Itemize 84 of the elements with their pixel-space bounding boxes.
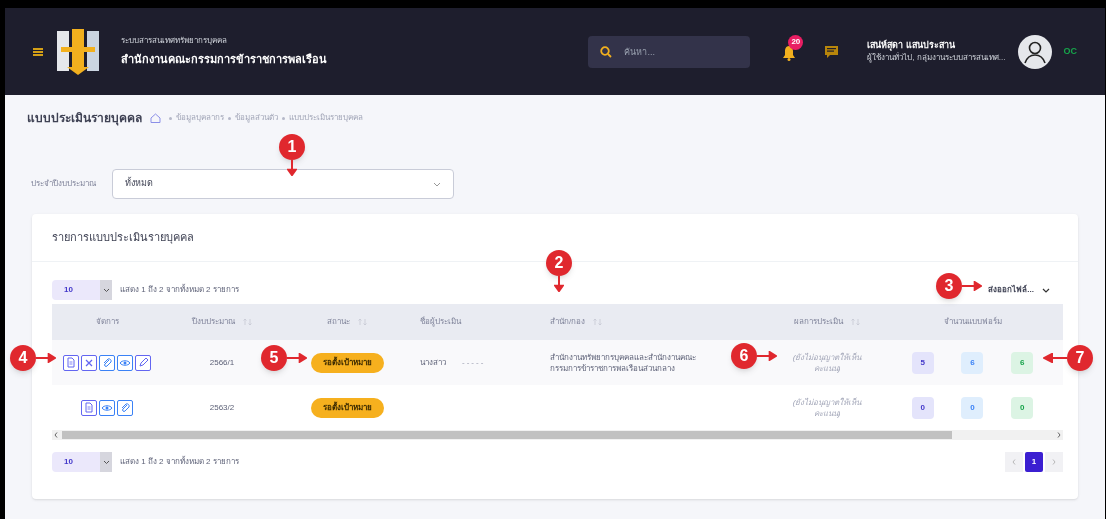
page-title: แบบประเมินรายบุคคล	[27, 110, 142, 127]
column-header[interactable]: ปีงบประมาณ	[192, 316, 235, 328]
status-badge: รอตั้งเป้าหมาย	[310, 352, 384, 373]
document-icon	[65, 356, 77, 369]
user-role: ผู้ใช้งานทั่วไป, กลุ่มงานระบบสารสนเทศ...	[867, 52, 1006, 65]
arrow-icon	[36, 353, 56, 363]
page-size-select[interactable]: 10	[52, 452, 112, 472]
cross-button[interactable]	[81, 354, 97, 371]
avatar-icon[interactable]	[1017, 34, 1052, 69]
search-icon	[600, 45, 613, 58]
pen-icon	[137, 356, 149, 369]
count-badge: 0	[961, 396, 984, 419]
menu-icon[interactable]	[33, 46, 43, 57]
evaluator-title: นางสาว	[420, 356, 446, 369]
chevron-down-icon	[102, 287, 110, 293]
eye-button[interactable]	[117, 354, 133, 371]
arrow-icon	[287, 160, 297, 176]
column-header[interactable]: ผลการประเมิน	[794, 316, 843, 328]
arrow-icon	[554, 276, 564, 292]
column-header: จำนวนแบบฟอร์ม	[943, 316, 1002, 328]
fiscal-year: 2563/2	[209, 401, 235, 414]
card-title: รายการแบบประเมินรายบุคคล	[52, 230, 194, 246]
count-badge: 0	[911, 396, 934, 419]
chevron-right-icon	[1052, 459, 1056, 465]
fiscal-year-select[interactable]: ทั้งหมด	[112, 169, 454, 199]
status-badge: รอตั้งเป้าหมาย	[310, 397, 384, 418]
paperclip-button[interactable]	[117, 399, 133, 416]
page-size-select[interactable]: 10	[52, 280, 112, 300]
chevron-down-icon	[1042, 287, 1050, 293]
evaluation-result: (ยังไม่อนุญาตให้เห็นคะแนน)	[791, 396, 863, 419]
system-name: ระบบสารสนเทศทรัพยากรบุคคล	[121, 35, 228, 48]
document-button[interactable]	[63, 354, 79, 371]
table-info: แสดง 1 ถึง 2 จากทั้งหมด 2 รายการ	[120, 456, 239, 468]
user-initials: OC	[1063, 44, 1077, 58]
paperclip-button[interactable]	[99, 354, 115, 371]
user-name: เสน่ห์สุดา แสนประสาน	[867, 38, 956, 52]
pen-button[interactable]	[135, 354, 151, 371]
export-dropdown[interactable]: ส่งออกไฟล์...	[988, 284, 1050, 296]
page-button[interactable]: 1	[1025, 452, 1043, 472]
organization-name: สำนักงานคณะกรรมการข้าราชการพลเรือน	[121, 52, 327, 68]
logo-icon	[55, 26, 101, 77]
breadcrumb-dot-icon	[169, 116, 172, 120]
arrow-icon	[962, 281, 982, 291]
filter-label: ประจำปีงบประมาณ	[31, 178, 96, 190]
home-icon[interactable]	[150, 113, 161, 123]
scroll-left-icon[interactable]	[54, 432, 58, 438]
column-header: จัดการ	[95, 316, 119, 328]
department-name: สำนักงานทรัพยากรบุคคลและสำนักงานคณะกรรมการข้าราชการพลเรือนส่วนกลาง	[550, 351, 697, 374]
count-badge: 6	[1011, 351, 1034, 374]
arrow-icon	[287, 353, 307, 363]
callout-number: 7	[1067, 345, 1093, 371]
callout-number: 1	[279, 134, 305, 160]
table-info: แสดง 1 ถึง 2 จากทั้งหมด 2 รายการ	[120, 284, 239, 296]
breadcrumb-dot-icon	[282, 116, 285, 120]
count-badge: 5	[911, 351, 934, 374]
arrow-icon	[757, 351, 777, 361]
notification-badge: 20	[788, 34, 804, 50]
evaluation-result: (ยังไม่อนุญาตให้เห็นคะแนน)	[791, 351, 863, 374]
fiscal-year: 2566/1	[209, 356, 235, 369]
chevron-left-icon	[1012, 459, 1016, 465]
column-header: ชื่อผู้ประเมิน	[420, 316, 461, 328]
paperclip-icon	[119, 401, 131, 414]
search-field[interactable]: ค้นหา...	[588, 35, 751, 68]
document-button[interactable]	[81, 399, 97, 416]
column-header[interactable]: สถานะ	[327, 316, 350, 328]
bell-icon[interactable]	[782, 44, 797, 61]
breadcrumb-dot-icon	[228, 116, 231, 120]
breadcrumb-item[interactable]: ข้อมูลส่วนตัว	[235, 112, 278, 124]
scroll-right-icon[interactable]	[1057, 432, 1061, 438]
document-icon	[83, 401, 95, 414]
eye-button[interactable]	[99, 399, 115, 416]
masked-name: -----	[462, 356, 486, 369]
message-icon[interactable]	[824, 44, 840, 59]
column-header[interactable]: สำนัก/กอง	[550, 316, 586, 328]
chevron-down-icon	[102, 459, 110, 465]
count-badge: 6	[961, 351, 984, 374]
chevron-down-icon	[433, 181, 441, 187]
callout-number: 4	[10, 345, 36, 371]
count-badge: 0	[1011, 396, 1034, 419]
arrow-icon	[1043, 353, 1067, 363]
breadcrumb-item[interactable]: ข้อมูลบุคลากร	[176, 112, 224, 124]
breadcrumb-item[interactable]: แบบประเมินรายบุคคล	[289, 112, 363, 124]
paperclip-icon	[101, 356, 113, 369]
horizontal-scrollbar[interactable]	[52, 430, 1063, 440]
